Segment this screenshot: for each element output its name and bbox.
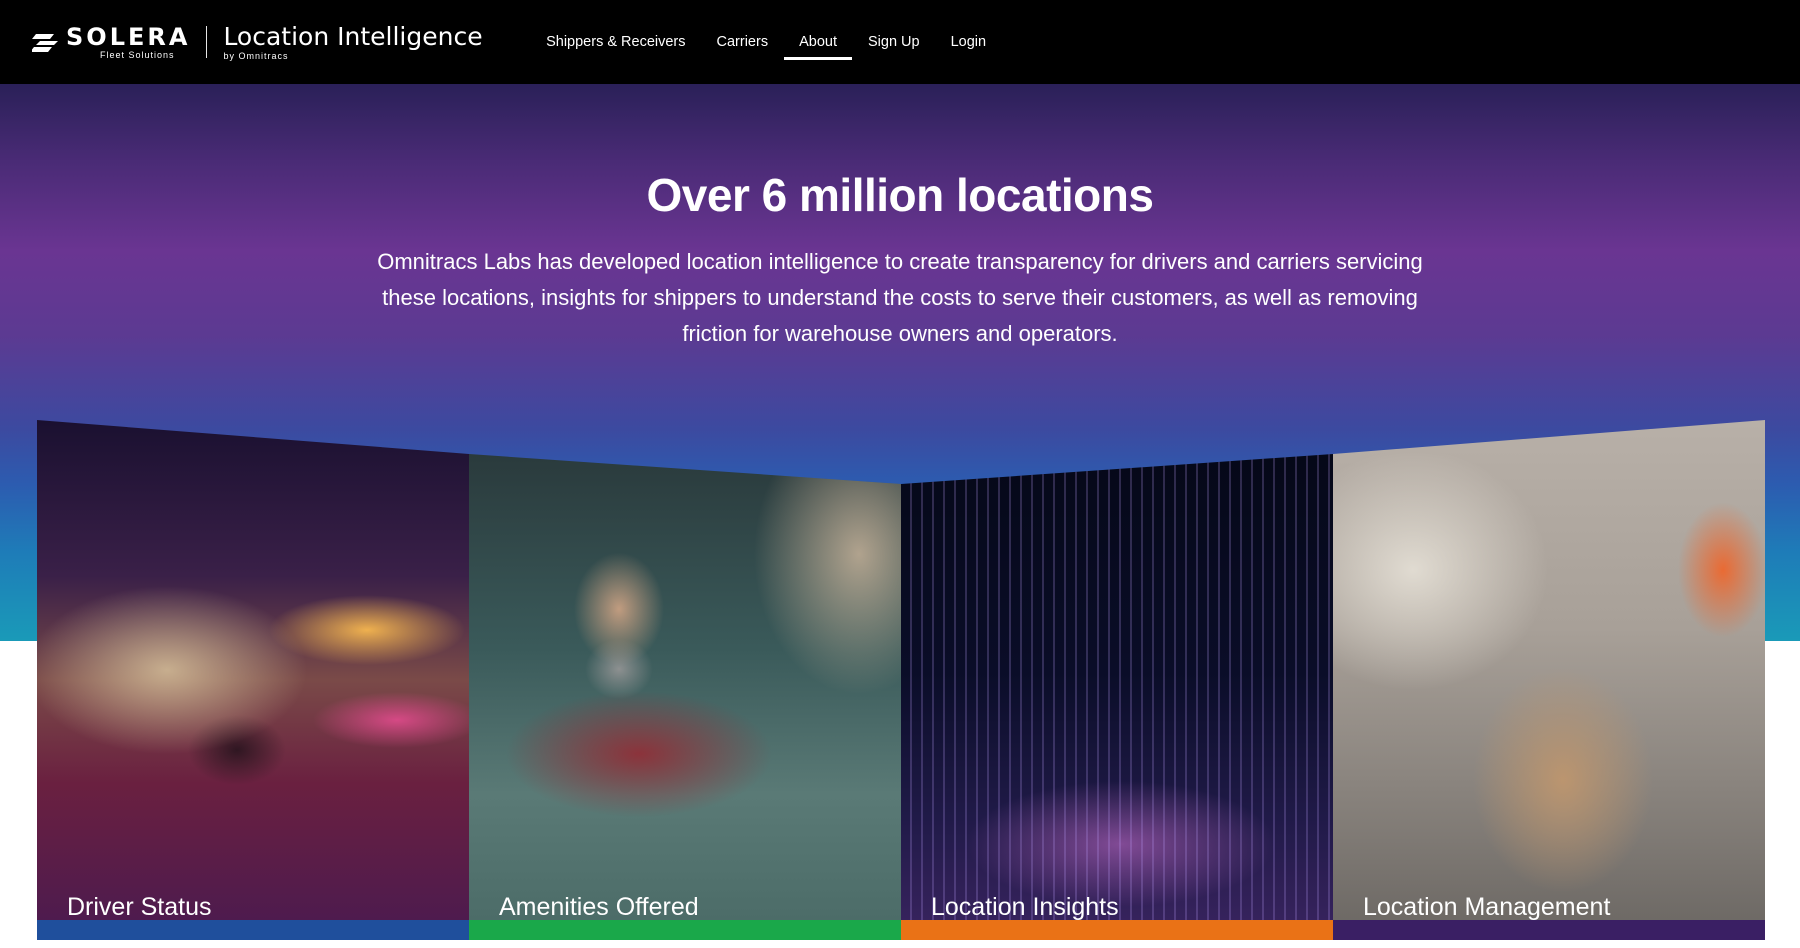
card-accent-bar: [901, 920, 1333, 940]
brand-subtitle: Fleet Solutions: [100, 49, 175, 60]
card-label: Location Insights: [931, 893, 1119, 921]
card-label: Driver Status: [67, 893, 212, 921]
nav-sign-up[interactable]: Sign Up: [868, 0, 920, 84]
logo-divider: [206, 26, 208, 58]
hero-description: Omnitracs Labs has developed location in…: [377, 249, 1423, 346]
site-header: SOLERA Fleet Solutions Location Intellig…: [0, 0, 1800, 84]
nav-carriers[interactable]: Carriers: [717, 0, 769, 84]
brand-name: SOLERA: [66, 22, 191, 51]
main-nav: Shippers & Receivers Carriers About Sign…: [531, 0, 1002, 84]
product-name: Location Intelligence: [223, 21, 483, 51]
brand-block: SOLERA Fleet Solutions: [66, 25, 190, 60]
nav-shippers-receivers[interactable]: Shippers & Receivers: [546, 0, 685, 84]
card-label: Amenities Offered: [499, 893, 699, 921]
product-block: Location Intelligence by Omnitracs: [223, 21, 483, 61]
hero-title: Over 6 million locations: [646, 169, 1154, 221]
solera-logo-icon: [32, 34, 58, 52]
card-location-insights[interactable]: Location Insights: [901, 454, 1333, 940]
nav-about[interactable]: About: [784, 0, 852, 84]
card-accent-bar: [1333, 920, 1765, 940]
product-subtitle: by Omnitracs: [223, 50, 289, 61]
card-label: Location Management: [1363, 893, 1611, 921]
card-amenities-offered[interactable]: Amenities Offered: [469, 454, 901, 940]
card-driver-status[interactable]: Driver Status: [37, 420, 469, 940]
card-location-management[interactable]: Location Management: [1333, 420, 1765, 940]
logo[interactable]: SOLERA Fleet Solutions Location Intellig…: [32, 21, 483, 61]
card-accent-bar: [469, 920, 901, 940]
nav-login[interactable]: Login: [951, 0, 986, 84]
card-accent-bar: [37, 920, 469, 940]
